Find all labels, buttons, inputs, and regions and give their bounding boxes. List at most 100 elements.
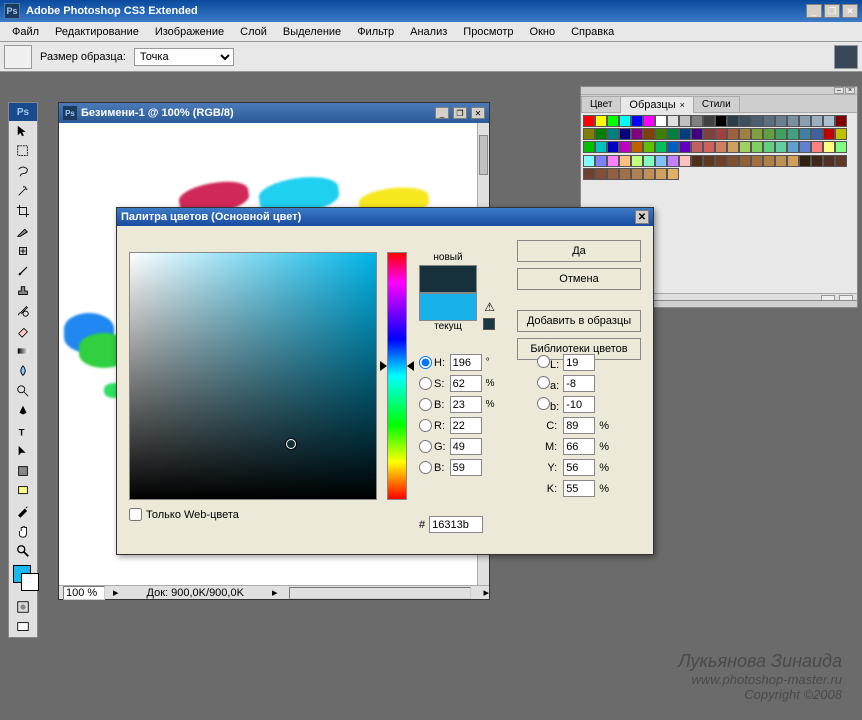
eyedropper-tool[interactable] <box>9 501 37 521</box>
swatch[interactable] <box>751 141 763 153</box>
swatch[interactable] <box>619 168 631 180</box>
swatch[interactable] <box>643 128 655 140</box>
swatch[interactable] <box>775 155 787 167</box>
restore-button[interactable]: ❐ <box>824 4 840 18</box>
ok-button[interactable]: Да <box>517 240 641 262</box>
color-field[interactable] <box>129 252 377 500</box>
swatch[interactable] <box>775 128 787 140</box>
swatch[interactable] <box>595 128 607 140</box>
input-a[interactable] <box>563 375 595 392</box>
panel-header[interactable]: – × <box>581 87 857 95</box>
panel-close-icon[interactable]: × <box>845 87 855 94</box>
zoom-field[interactable]: 100 % <box>63 586 105 600</box>
swatch[interactable] <box>691 155 703 167</box>
input-blab[interactable] <box>563 396 595 413</box>
radio-bb[interactable] <box>419 461 432 474</box>
input-k[interactable] <box>563 480 595 497</box>
swatch[interactable] <box>715 141 727 153</box>
swatch[interactable] <box>595 141 607 153</box>
hex-input[interactable] <box>429 516 483 533</box>
swatch[interactable] <box>835 141 847 153</box>
swatch[interactable] <box>679 141 691 153</box>
swatch[interactable] <box>799 155 811 167</box>
radio-g[interactable] <box>419 440 432 453</box>
input-c[interactable] <box>563 417 595 434</box>
shape-tool[interactable] <box>9 461 37 481</box>
menu-file[interactable]: Файл <box>4 24 47 40</box>
swatch[interactable] <box>667 141 679 153</box>
type-tool[interactable]: T <box>9 421 37 441</box>
swatch[interactable] <box>583 115 595 127</box>
swatch[interactable] <box>667 168 679 180</box>
brush-tool[interactable] <box>9 261 37 281</box>
tab-close-icon[interactable]: × <box>680 100 685 110</box>
doc-minimize-button[interactable]: _ <box>435 107 449 119</box>
swatch[interactable] <box>739 128 751 140</box>
swatch[interactable] <box>679 128 691 140</box>
swatch[interactable] <box>751 155 763 167</box>
wand-tool[interactable] <box>9 181 37 201</box>
hue-slider[interactable] <box>387 252 407 500</box>
swatch[interactable] <box>655 155 667 167</box>
swatch[interactable] <box>823 155 835 167</box>
swatch[interactable] <box>811 141 823 153</box>
radio-s[interactable] <box>419 377 432 390</box>
cancel-button[interactable]: Отмена <box>517 268 641 290</box>
swatch[interactable] <box>607 168 619 180</box>
swatch[interactable] <box>787 155 799 167</box>
swatch[interactable] <box>835 155 847 167</box>
swatch[interactable] <box>643 115 655 127</box>
lasso-tool[interactable] <box>9 161 37 181</box>
zoom-tool[interactable] <box>9 541 37 561</box>
radio-h[interactable] <box>419 356 432 369</box>
menu-analysis[interactable]: Анализ <box>402 24 455 40</box>
panel-minimize-icon[interactable]: – <box>834 87 844 94</box>
swatch[interactable] <box>739 155 751 167</box>
tab-swatches[interactable]: Образцы× <box>620 96 693 113</box>
swatch[interactable] <box>655 128 667 140</box>
swatch[interactable] <box>631 115 643 127</box>
swatch[interactable] <box>835 128 847 140</box>
swatch[interactable] <box>691 128 703 140</box>
swatch[interactable] <box>655 115 667 127</box>
swatch[interactable] <box>583 141 595 153</box>
input-g[interactable] <box>450 438 482 455</box>
swatch[interactable] <box>583 128 595 140</box>
swatch[interactable] <box>727 128 739 140</box>
stamp-tool[interactable] <box>9 281 37 301</box>
path-select-tool[interactable] <box>9 441 37 461</box>
swatch[interactable] <box>763 155 775 167</box>
menu-window[interactable]: Окно <box>522 24 564 40</box>
swatch[interactable] <box>739 115 751 127</box>
swatch[interactable] <box>691 141 703 153</box>
swatch[interactable] <box>607 115 619 127</box>
doc-menu-icon[interactable]: ▸ <box>113 586 119 599</box>
swatch[interactable] <box>751 115 763 127</box>
workspace-icon[interactable] <box>834 45 858 69</box>
radio-b[interactable] <box>419 398 432 411</box>
input-r[interactable] <box>450 417 482 434</box>
swatch[interactable] <box>667 128 679 140</box>
pen-tool[interactable] <box>9 401 37 421</box>
tab-color[interactable]: Цвет <box>581 96 621 112</box>
marquee-tool[interactable] <box>9 141 37 161</box>
swatch[interactable] <box>595 168 607 180</box>
swatch[interactable] <box>679 115 691 127</box>
swatch[interactable] <box>715 155 727 167</box>
crop-tool[interactable] <box>9 201 37 221</box>
gamut-warning-icon[interactable]: ⚠ <box>484 300 495 314</box>
swatch[interactable] <box>799 115 811 127</box>
swatch[interactable] <box>727 141 739 153</box>
swatch[interactable] <box>739 141 751 153</box>
document-titlebar[interactable]: Ps Безимени-1 @ 100% (RGB/8) _ ❐ ✕ <box>59 103 489 123</box>
swatch[interactable] <box>643 155 655 167</box>
swatch[interactable] <box>775 141 787 153</box>
swatch[interactable] <box>799 128 811 140</box>
swatch[interactable] <box>631 168 643 180</box>
swatch[interactable] <box>655 168 667 180</box>
eraser-tool[interactable] <box>9 321 37 341</box>
quick-mask-toggle[interactable] <box>9 597 37 617</box>
sample-size-select[interactable]: Точка <box>134 48 234 66</box>
background-color[interactable] <box>21 573 39 591</box>
swatch[interactable] <box>811 115 823 127</box>
